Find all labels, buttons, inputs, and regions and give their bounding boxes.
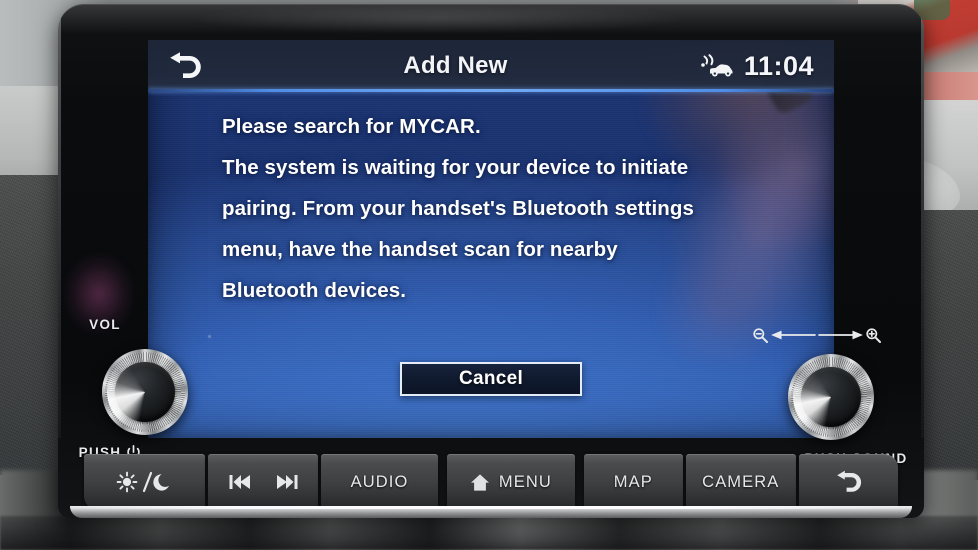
back-arrow-icon [167,51,203,81]
pairing-instructions: Please search for MYCAR. The system is w… [222,106,762,311]
cancel-button[interactable]: Cancel [400,362,582,396]
audio-button[interactable]: AUDIO [320,454,439,510]
message-line: Please search for MYCAR. [222,115,481,138]
clock: 11:04 [743,50,814,81]
volume-knob-label: VOL [89,317,121,332]
action-row: Cancel [148,362,834,396]
bezel-edge-left [58,18,61,438]
brightness-button[interactable] [84,454,206,510]
center-console-shadow [0,516,978,550]
track-buttons[interactable] [208,454,318,510]
car-sound-waves-icon [701,54,735,78]
home-icon [470,473,490,492]
menu-label: MENU [498,472,552,491]
camera-button[interactable]: CAMERA [686,454,796,510]
message-line: pairing. From your handset's Bluetooth s… [222,197,694,220]
lcd-screen[interactable]: Add New 11:04 Please search for MYCAR. T… [148,40,834,438]
back-hardkey[interactable] [798,454,898,510]
zoom-in-icon [865,327,882,344]
hardkey-strip: AUDIO MENU MAP CAMERA [84,454,898,510]
bezel-edge-right [921,18,924,438]
screen-dust-speck [208,335,211,338]
message-line: Bluetooth devices. [222,279,407,302]
arrow-right-icon [817,329,865,341]
previous-track-icon[interactable] [228,473,252,491]
message-line: The system is waiting for your device to… [222,156,689,179]
status-bar-right: 11:04 [701,51,834,82]
bezel-reflection-top [178,8,698,34]
zoom-out-icon [752,327,769,344]
status-bar: Add New 11:04 [148,40,834,92]
map-zoom-indicators [752,322,882,348]
menu-button[interactable]: MENU [447,454,575,510]
photo-scene: Add New 11:04 Please search for MYCAR. T… [0,0,978,550]
chrome-trim [70,506,912,518]
back-arrow-icon [834,470,862,494]
back-button[interactable] [148,40,222,92]
arrow-left-icon [769,329,817,341]
sun-moon-icon [115,470,175,494]
next-track-icon[interactable] [275,473,299,491]
map-button[interactable]: MAP [583,454,684,510]
infotainment-head-unit: Add New 11:04 Please search for MYCAR. T… [58,4,924,518]
page-title: Add New [403,52,508,79]
message-line: menu, have the handset scan for nearby [222,238,618,261]
